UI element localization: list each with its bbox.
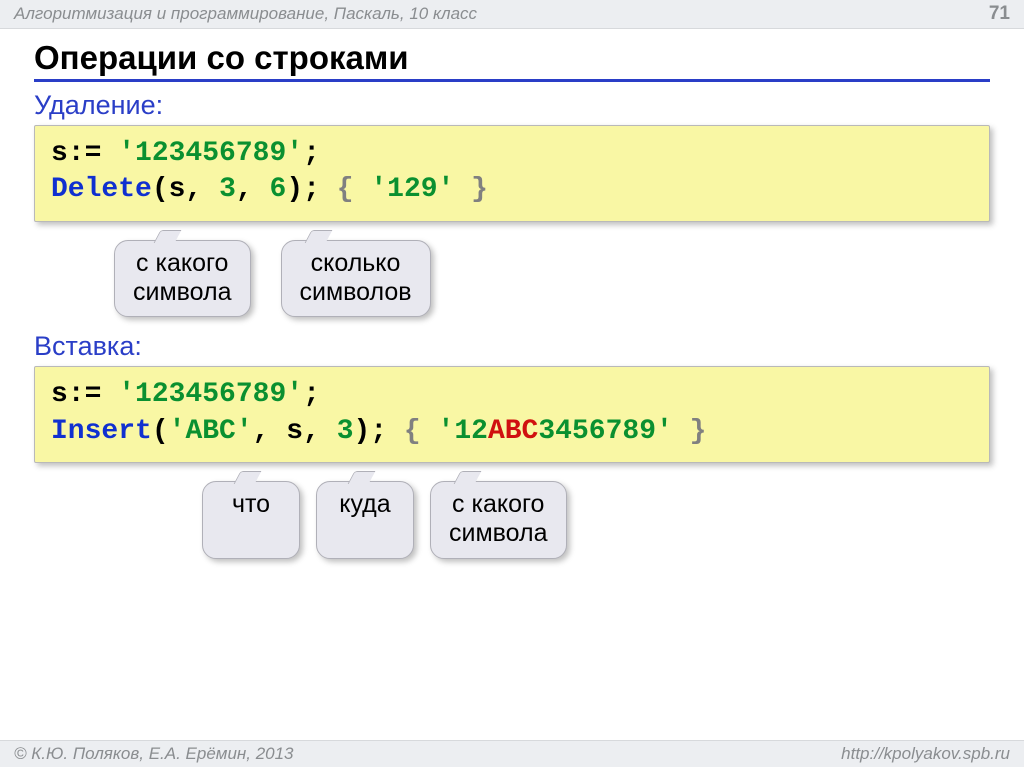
code-literal: '129' — [370, 174, 454, 205]
code-text: , — [236, 174, 253, 205]
slide-header: Алгоритмизация и программирование, Паска… — [0, 0, 1024, 29]
page-number: 71 — [989, 3, 1010, 25]
callout-text: сколько символов — [300, 249, 412, 306]
callout-text: с какого символа — [449, 490, 548, 547]
code-text: ); — [354, 416, 404, 447]
code-literal: 3456789' — [538, 416, 672, 447]
callouts-delete: с какого символа сколько символов — [34, 240, 990, 318]
callout-text: что — [232, 490, 270, 518]
code-text: ; — [303, 379, 320, 410]
callout-how-many: сколько символов — [281, 240, 431, 318]
code-text: s:= — [51, 138, 118, 169]
slide-title: Операции со строками — [34, 39, 990, 82]
callouts-insert: что куда с какого символа — [34, 481, 990, 559]
section-insert-heading: Вставка: — [34, 331, 990, 362]
code-text: (s, — [152, 174, 202, 205]
copyright: © К.Ю. Поляков, Е.А. Ерёмин, 2013 — [14, 744, 294, 764]
code-comment: } — [673, 416, 707, 447]
code-literal: '123456789' — [118, 379, 303, 410]
code-highlight: ABC — [488, 416, 538, 447]
code-keyword: Insert — [51, 416, 152, 447]
code-text: ; — [303, 138, 320, 169]
callout-from-char: с какого символа — [430, 481, 567, 559]
callout-text: куда — [339, 490, 390, 518]
code-text: ); — [286, 174, 336, 205]
course-label: Алгоритмизация и программирование, Паска… — [14, 4, 477, 24]
slide-footer: © К.Ю. Поляков, Е.А. Ерёмин, 2013 http:/… — [0, 740, 1024, 767]
code-literal: '12 — [438, 416, 488, 447]
code-keyword: Delete — [51, 174, 152, 205]
callout-from-char: с какого символа — [114, 240, 251, 318]
slide-body: Операции со строками Удаление: s:= '1234… — [0, 29, 1024, 559]
code-text: , s, — [253, 416, 320, 447]
section-delete-heading: Удаление: — [34, 90, 990, 121]
code-comment: } — [454, 174, 488, 205]
code-number: 6 — [270, 174, 287, 205]
callout-where: куда — [316, 481, 414, 559]
code-number: 3 — [219, 174, 236, 205]
code-text: ( — [152, 416, 169, 447]
code-number: 3 — [337, 416, 354, 447]
callout-what: что — [202, 481, 300, 559]
code-literal: '123456789' — [118, 138, 303, 169]
code-literal: 'ABC' — [169, 416, 253, 447]
code-delete: s:= '123456789'; Delete(s, 3, 6); { '129… — [34, 125, 990, 222]
code-insert: s:= '123456789'; Insert('ABC', s, 3); { … — [34, 366, 990, 463]
code-text: s:= — [51, 379, 118, 410]
code-comment: { — [337, 174, 371, 205]
footer-url: http://kpolyakov.spb.ru — [841, 744, 1010, 764]
callout-text: с какого символа — [133, 249, 232, 306]
code-comment: { — [404, 416, 438, 447]
